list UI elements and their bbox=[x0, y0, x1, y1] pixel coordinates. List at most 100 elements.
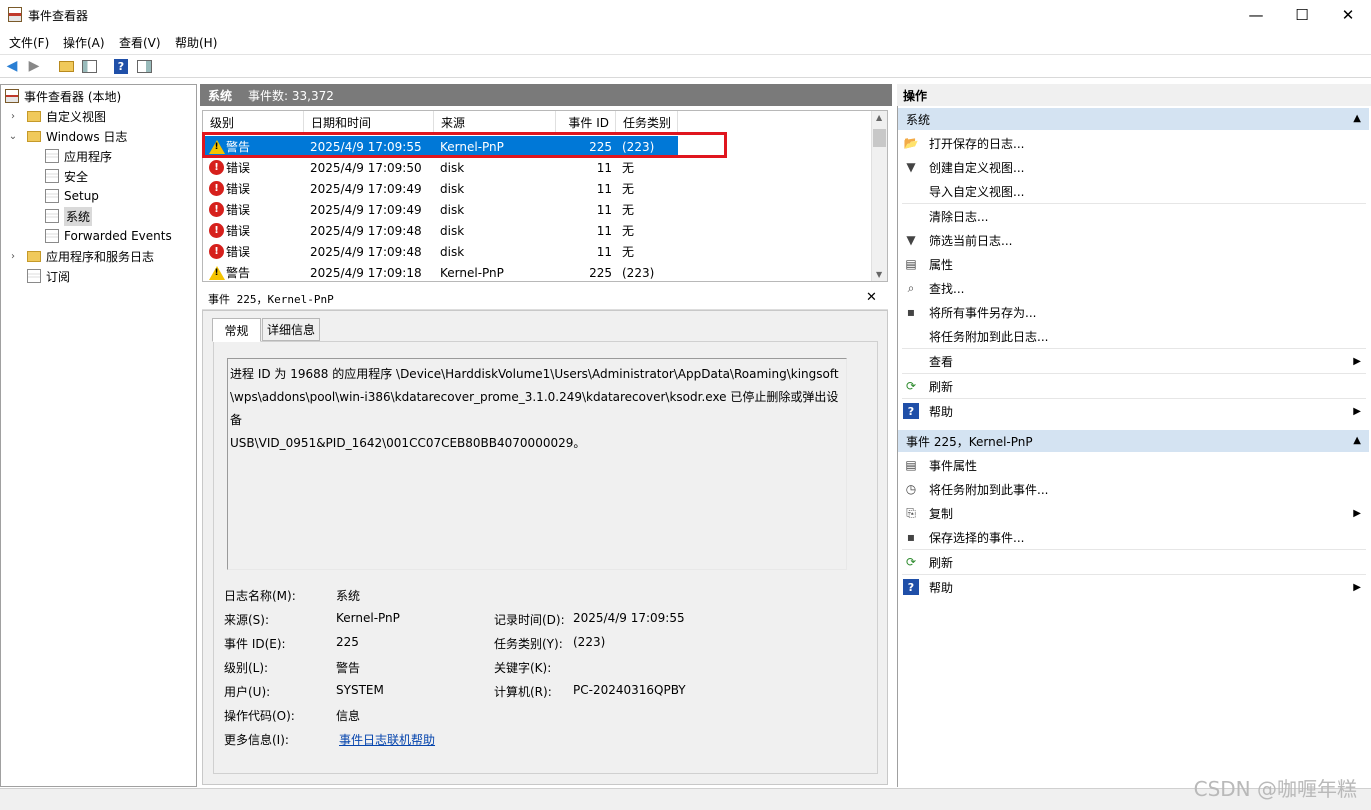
event-action-5[interactable]: ? 帮助 ▶ bbox=[898, 575, 1369, 599]
action-2[interactable]: 导入自定义视图... bbox=[898, 179, 1369, 203]
tree-item-system[interactable]: 系统 bbox=[1, 206, 196, 226]
folder-icon bbox=[27, 130, 41, 142]
description-line: USB\VID_0951&PID_1642\001CC07CEB80BB4070… bbox=[230, 436, 586, 450]
collapse-icon[interactable]: ▲ bbox=[1353, 435, 1361, 446]
log-icon bbox=[45, 169, 59, 183]
annotation-highlight-box bbox=[202, 132, 727, 158]
show-hide-action-pane-icon[interactable] bbox=[135, 57, 153, 75]
refresh-icon: ⟳ bbox=[905, 379, 917, 393]
actions-section-system[interactable]: 系统 ▲ bbox=[898, 108, 1369, 130]
event-description[interactable]: 进程 ID 为 19688 的应用程序 \Device\HarddiskVolu… bbox=[227, 358, 847, 570]
action-10[interactable]: ⟳ 刷新 bbox=[898, 374, 1369, 398]
actions-section-event[interactable]: 事件 225，Kernel-PnP ▲ bbox=[898, 430, 1369, 452]
chevron-right-icon[interactable]: › bbox=[7, 111, 19, 122]
cell-level: 错误 bbox=[226, 224, 251, 238]
forward-icon[interactable]: ▶ bbox=[25, 57, 43, 75]
detail-close-icon[interactable]: ✕ bbox=[866, 290, 877, 305]
action-7[interactable]: ▪ 将所有事件另存为... bbox=[898, 300, 1369, 324]
blank-icon bbox=[903, 328, 919, 344]
chevron-down-icon[interactable]: ⌄ bbox=[7, 131, 19, 142]
collapse-icon[interactable]: ▲ bbox=[1353, 113, 1361, 124]
cell-task-category: 无 bbox=[622, 161, 635, 175]
table-row[interactable]: ! 错误 2025/4/9 17:09:49 disk 11 无 bbox=[203, 199, 879, 220]
table-row[interactable]: ! 错误 2025/4/9 17:09:49 disk 11 无 bbox=[203, 178, 879, 199]
event-list-scrollbar[interactable]: ▲ ▼ bbox=[871, 111, 887, 281]
tree-item-forwarded-events[interactable]: Forwarded Events bbox=[1, 226, 196, 246]
log-name-value: 系统 bbox=[336, 589, 361, 603]
error-icon: ! bbox=[209, 202, 224, 217]
submenu-arrow-icon: ▶ bbox=[1353, 581, 1361, 593]
event-action-2[interactable]: ⎘ 复制 ▶ bbox=[898, 501, 1369, 525]
more-info-link[interactable]: 事件日志联机帮助 bbox=[339, 731, 435, 748]
description-line: 进程 ID 为 19688 的应用程序 \Device\HarddiskVolu… bbox=[230, 367, 839, 381]
source-label: 来源(S): bbox=[224, 613, 270, 627]
tree-item-app-service-logs[interactable]: › 应用程序和服务日志 bbox=[1, 246, 196, 266]
table-row[interactable]: ! 错误 2025/4/9 17:09:48 disk 11 无 bbox=[203, 220, 879, 241]
minimize-button[interactable]: — bbox=[1233, 0, 1279, 30]
scroll-up-icon[interactable]: ▲ bbox=[876, 113, 882, 122]
table-row[interactable]: ! 错误 2025/4/9 17:09:50 disk 11 无 bbox=[203, 157, 879, 178]
menu-help[interactable]: 帮助(H) bbox=[175, 34, 217, 51]
scroll-thumb[interactable] bbox=[873, 129, 886, 147]
event-action-4[interactable]: ⟳ 刷新 bbox=[898, 550, 1369, 574]
log-icon bbox=[45, 149, 59, 163]
filter-icon: ▼ bbox=[906, 233, 916, 247]
column-source[interactable]: 来源 bbox=[434, 111, 556, 133]
back-icon[interactable]: ◀ bbox=[3, 57, 21, 75]
action-4[interactable]: ▼ 筛选当前日志... bbox=[898, 228, 1369, 252]
tree-item-windows-logs[interactable]: ⌄ Windows 日志 bbox=[1, 126, 196, 146]
user-value: SYSTEM bbox=[336, 683, 384, 697]
tree-item-custom-views[interactable]: › 自定义视图 bbox=[1, 106, 196, 126]
action-0[interactable]: 📂 打开保存的日志... bbox=[898, 131, 1369, 155]
event-action-3[interactable]: ▪ 保存选择的事件... bbox=[898, 525, 1369, 549]
help-icon[interactable]: ? bbox=[112, 57, 130, 75]
tree-item-root[interactable]: 事件查看器 (本地) bbox=[1, 86, 196, 106]
action-6[interactable]: ⌕ 查找... bbox=[898, 276, 1369, 300]
action-1[interactable]: ▼ 创建自定义视图... bbox=[898, 155, 1369, 179]
column-level[interactable]: 级别 bbox=[203, 111, 304, 133]
cell-source: disk bbox=[440, 202, 465, 217]
cell-source: Kernel-PnP bbox=[440, 265, 504, 280]
chevron-right-icon[interactable]: › bbox=[7, 251, 19, 262]
help-icon: ? bbox=[903, 579, 919, 595]
submenu-arrow-icon: ▶ bbox=[1353, 405, 1361, 417]
tree-item-application[interactable]: 应用程序 bbox=[1, 146, 196, 166]
tree-item-subscriptions[interactable]: 订阅 bbox=[1, 266, 196, 286]
event-action-1[interactable]: ◷ 将任务附加到此事件... bbox=[898, 477, 1369, 501]
action-9[interactable]: 查看 ▶ bbox=[898, 349, 1369, 373]
log-name: 系统 bbox=[208, 88, 233, 103]
cell-event-id: 11 bbox=[596, 202, 612, 217]
event-action-0[interactable]: ▤ 事件属性 bbox=[898, 453, 1369, 477]
submenu-arrow-icon: ▶ bbox=[1353, 355, 1361, 367]
attach-task-icon: ◷ bbox=[905, 482, 917, 496]
column-task-category[interactable]: 任务类别 bbox=[616, 111, 678, 133]
title-bar bbox=[0, 0, 1371, 30]
table-row[interactable]: 警告 2025/4/9 17:09:18 Kernel-PnP 225 (223) bbox=[203, 262, 879, 281]
close-button[interactable]: ✕ bbox=[1325, 0, 1371, 30]
action-5[interactable]: ▤ 属性 bbox=[898, 252, 1369, 276]
table-row[interactable]: ! 错误 2025/4/9 17:09:48 disk 11 无 bbox=[203, 241, 879, 262]
menu-view[interactable]: 查看(V) bbox=[119, 34, 161, 51]
cell-task-category: 无 bbox=[622, 245, 635, 259]
action-8[interactable]: 将任务附加到此日志... bbox=[898, 324, 1369, 348]
properties-icon: ▤ bbox=[905, 458, 917, 472]
log-icon bbox=[45, 189, 59, 203]
column-event-id[interactable]: 事件 ID bbox=[556, 111, 616, 133]
event-viewer-icon bbox=[8, 7, 22, 22]
tree-item-security[interactable]: 安全 bbox=[1, 166, 196, 186]
open-folder-icon[interactable] bbox=[57, 57, 75, 75]
tree-item-setup[interactable]: Setup bbox=[1, 186, 196, 206]
opcode-label: 操作代码(O): bbox=[224, 709, 295, 723]
action-3[interactable]: 清除日志... bbox=[898, 204, 1369, 228]
tab-general[interactable]: 常规 bbox=[212, 318, 261, 342]
keywords-label: 关键字(K): bbox=[494, 661, 552, 675]
action-11[interactable]: ? 帮助 ▶ bbox=[898, 399, 1369, 423]
menu-file[interactable]: 文件(F) bbox=[9, 34, 49, 51]
show-hide-tree-icon[interactable] bbox=[80, 57, 98, 75]
tab-details[interactable]: 详细信息 bbox=[262, 318, 320, 341]
menu-action[interactable]: 操作(A) bbox=[63, 34, 105, 51]
maximize-button[interactable]: ☐ bbox=[1279, 0, 1325, 30]
column-datetime[interactable]: 日期和时间 bbox=[304, 111, 434, 133]
scroll-down-icon[interactable]: ▼ bbox=[876, 270, 882, 279]
cell-datetime: 2025/4/9 17:09:18 bbox=[310, 265, 422, 280]
